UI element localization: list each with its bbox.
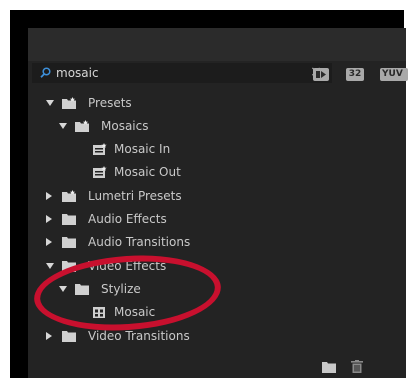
tree-label: Video Transitions [88,329,190,343]
trash-icon[interactable] [351,360,363,373]
tree-item-mosaics[interactable]: Mosaics [28,116,406,138]
tree-item-mosaic[interactable]: Mosaic [28,302,406,324]
search-input[interactable] [56,64,296,82]
tree-item-stylize[interactable]: Stylize [28,279,406,301]
effects-panel: × 32 YUV Presets Mosaics [28,28,408,378]
32bit-effects-button[interactable]: 32 [346,68,364,81]
search-icon [40,67,51,78]
chevron-down-icon[interactable] [46,100,54,106]
chevron-right-icon[interactable] [46,332,52,340]
chevron-down-icon[interactable] [46,263,54,269]
tree-label: Mosaic [114,305,156,319]
search-box[interactable]: × [32,63,332,83]
tree-label: Video Effects [88,259,167,273]
accelerated-icon [316,71,326,78]
new-bin-icon[interactable] [322,361,336,373]
folder-icon [62,261,76,272]
tree-item-lumetri-presets[interactable]: Lumetri Presets [28,186,406,208]
tree-item-video-transitions[interactable]: Video Transitions [28,326,406,348]
panel-header [28,28,406,61]
tree-label: Stylize [101,282,141,296]
tree-item-presets[interactable]: Presets [28,93,406,115]
preset-folder-icon [62,190,76,202]
chevron-down-icon[interactable] [59,123,67,129]
panel-footer [28,356,406,378]
tree-label: Presets [88,96,132,110]
tree-item-audio-effects[interactable]: Audio Effects [28,209,406,231]
tree-label: Lumetri Presets [88,189,182,203]
tree-label: Mosaic In [114,142,171,156]
folder-icon [62,214,76,225]
tree-item-mosaic-out[interactable]: Mosaic Out [28,162,406,184]
tree-item-audio-transitions[interactable]: Audio Transitions [28,232,406,254]
chevron-right-icon[interactable] [46,215,52,223]
folder-icon [75,284,89,295]
preset-folder-icon [62,97,76,109]
accelerated-effects-button[interactable] [313,68,329,81]
yuv-effects-button[interactable]: YUV [380,68,408,81]
tree-label: Audio Transitions [88,235,191,249]
tree-item-mosaic-in[interactable]: Mosaic In [28,139,406,161]
chevron-right-icon[interactable] [46,192,52,200]
preset-effect-icon [93,143,107,155]
chevron-down-icon[interactable] [59,286,67,292]
search-row: × 32 YUV [28,61,408,85]
tree-label: Mosaic Out [114,165,181,179]
preset-folder-icon [75,120,89,132]
folder-icon [62,331,76,342]
tree-label: Mosaics [101,119,149,133]
preset-effect-icon [93,166,107,178]
effect-icon [93,307,105,318]
tree-label: Audio Effects [88,212,167,226]
folder-icon [62,237,76,248]
chevron-right-icon[interactable] [46,238,52,246]
tree-item-video-effects[interactable]: Video Effects [28,256,406,278]
